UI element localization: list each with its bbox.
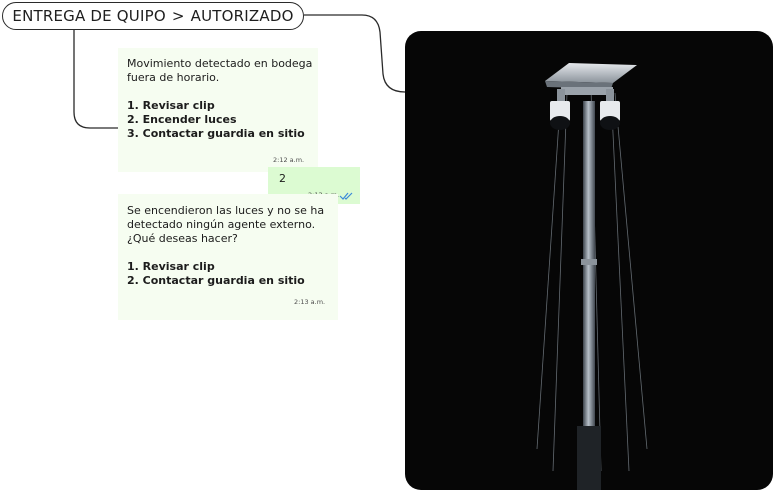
menu-option-3: 3. Contactar guardia en sitio: [127, 127, 305, 140]
menu-option-2: 2. Contactar guardia en sitio: [127, 274, 305, 287]
breadcrumb-parent[interactable]: ENTREGA DE QUIPO: [12, 7, 165, 25]
incoming-message-2: Se encendieron las luces y no se ha dete…: [118, 194, 338, 320]
incoming-message-1: Movimiento detectado en bodega fuera de …: [118, 48, 318, 172]
message-timestamp: 2:13 a.m.: [294, 298, 326, 306]
menu-option-1: 1. Revisar clip: [127, 260, 215, 273]
menu-option-2: 2. Encender luces: [127, 113, 237, 126]
breadcrumb[interactable]: ENTREGA DE QUIPO > AUTORIZADO: [2, 2, 304, 30]
message-text-line: Movimiento detectado en bodega: [127, 57, 313, 70]
menu-option-1: 1. Revisar clip: [127, 99, 215, 112]
double-check-icon: [339, 192, 353, 200]
breadcrumb-current: AUTORIZADO: [190, 7, 294, 25]
reply-text: 2: [279, 172, 286, 185]
message-text-line: fuera de horario.: [127, 71, 220, 84]
message-text-line: ¿Qué deseas hacer?: [127, 232, 238, 245]
message-timestamp: 2:12 a.m.: [273, 156, 305, 164]
breadcrumb-separator: >: [171, 7, 185, 25]
message-text-line: Se encendieron las luces y no se ha: [127, 204, 325, 217]
message-text-line: detectado ningún agente externo.: [127, 218, 316, 231]
camera-pole-photo: [405, 31, 773, 490]
camera-pole-illustration: [536, 63, 648, 490]
